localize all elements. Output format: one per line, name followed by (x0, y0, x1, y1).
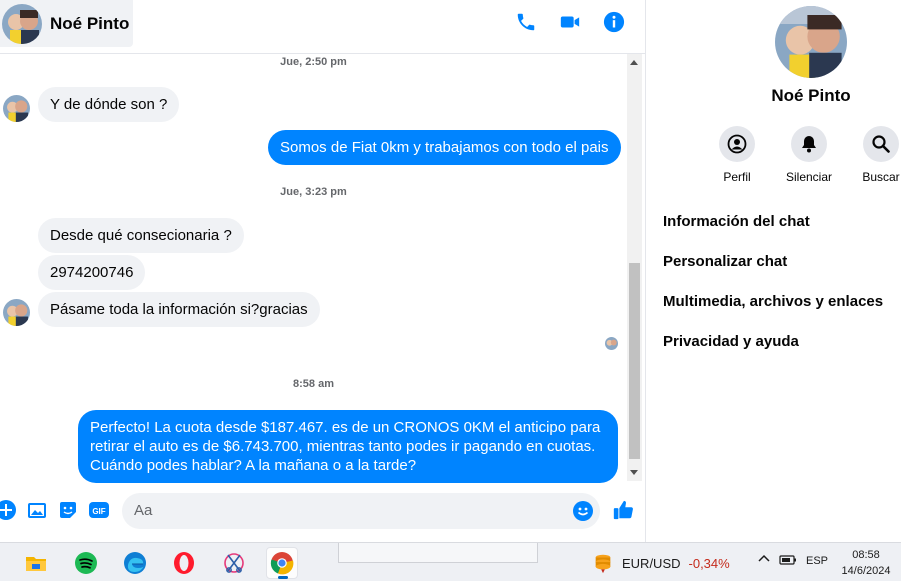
clock-date: 14/6/2024 (841, 565, 891, 577)
ticker-symbol: EUR/USD (622, 555, 681, 571)
menu-chat-info[interactable]: Información del chat (663, 213, 810, 230)
timestamp: Jue, 3:23 pm (280, 186, 347, 198)
message-input-placeholder: Aa (134, 502, 153, 519)
message-outgoing[interactable]: Perfecto! La cuota desde $187.467. es de… (78, 410, 618, 483)
thread-scrollbar[interactable] (627, 54, 642, 481)
avatar (2, 3, 42, 44)
taskbar-search-box[interactable] (338, 543, 538, 563)
message-input[interactable]: Aa (122, 493, 600, 529)
edge-icon[interactable] (119, 547, 151, 579)
language-indicator[interactable]: ESP (806, 555, 828, 567)
contact-name: Noé Pinto (50, 13, 130, 33)
svg-text:GIF: GIF (92, 507, 105, 516)
chat-info-panel: Noé Pinto Perfil Silenciar Buscar Inform… (646, 0, 901, 542)
emoji-icon[interactable] (573, 501, 593, 521)
messenger-window: Noé Pinto Jue, 2:50 pm Y de dónde son ? … (0, 0, 901, 542)
menu-media-files-links[interactable]: Multimedia, archivos y enlaces (663, 293, 883, 310)
avatar (3, 299, 30, 326)
profile-name: Noé Pinto (771, 86, 851, 105)
menu-privacy-help[interactable]: Privacidad y ayuda (663, 333, 799, 350)
spotify-icon[interactable] (70, 547, 102, 579)
profile-avatar (775, 6, 847, 78)
profile-action-button[interactable]: Perfil (702, 126, 772, 184)
avatar (3, 95, 30, 122)
currency-ticker[interactable]: EUR/USD -0,34% (592, 552, 730, 574)
composer: GIF Aa (0, 488, 645, 534)
battery-icon[interactable] (779, 553, 797, 570)
ticker-change: -0,34% (688, 555, 730, 571)
timestamp: Jue, 2:50 pm (280, 56, 347, 68)
message-thread: Jue, 2:50 pm Y de dónde son ? Somos de F… (0, 54, 627, 483)
scroll-up-arrow-icon[interactable] (630, 60, 638, 65)
windows-taskbar: EUR/USD -0,34% ESP 08:58 14/6/2024 (0, 542, 901, 581)
seen-avatar-icon (605, 337, 618, 350)
search-action-button[interactable]: Buscar (846, 126, 901, 184)
gif-icon[interactable]: GIF (89, 500, 109, 520)
file-explorer-icon[interactable] (20, 547, 52, 579)
action-label: Buscar (862, 170, 900, 184)
message-incoming[interactable]: Pásame toda la información si?gracias (38, 292, 320, 327)
chrome-icon[interactable] (266, 547, 298, 579)
coins-icon (595, 554, 611, 574)
mute-action-button[interactable]: Silenciar (774, 126, 844, 184)
scroll-down-arrow-icon[interactable] (630, 470, 638, 475)
image-icon[interactable] (27, 500, 47, 520)
opera-icon[interactable] (168, 547, 200, 579)
search-icon (872, 135, 890, 153)
message-incoming[interactable]: Y de dónde son ? (38, 87, 180, 122)
plus-icon[interactable] (0, 500, 16, 520)
bell-icon (802, 136, 816, 153)
message-outgoing[interactable]: Somos de Fiat 0km y trabajamos con todo … (268, 130, 621, 165)
snipping-tool-icon[interactable] (218, 547, 250, 579)
profile-icon (727, 134, 747, 154)
message-incoming[interactable]: 2974200746 (38, 255, 146, 290)
chevron-up-icon[interactable] (757, 552, 771, 569)
message-incoming[interactable]: Desde qué consecionaria ? (38, 218, 244, 253)
action-label: Silenciar (785, 170, 833, 184)
menu-customize-chat[interactable]: Personalizar chat (663, 253, 787, 270)
video-icon[interactable] (559, 11, 581, 33)
sticker-icon[interactable] (58, 500, 78, 520)
thumbs-up-icon[interactable] (612, 499, 634, 521)
clock-time: 08:58 (852, 549, 880, 561)
action-label: Perfil (723, 170, 751, 184)
phone-icon[interactable] (515, 11, 537, 33)
scrollbar-thumb[interactable] (629, 263, 640, 459)
timestamp: 8:58 am (293, 378, 334, 390)
system-clock[interactable]: 08:58 14/6/2024 (838, 547, 894, 579)
chat-header: Noé Pinto (0, 0, 645, 54)
contact-button[interactable]: Noé Pinto (0, 0, 133, 47)
info-icon[interactable] (603, 11, 625, 33)
